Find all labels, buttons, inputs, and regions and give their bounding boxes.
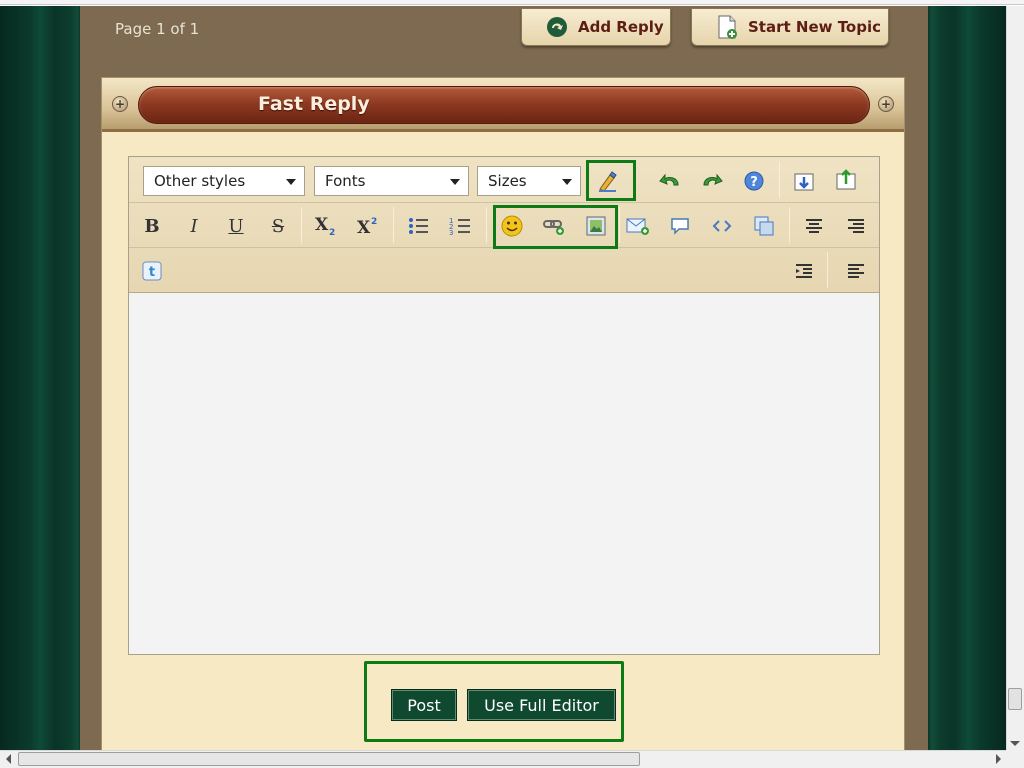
add-reply-button[interactable]: Add Reply xyxy=(521,8,671,46)
toolbar-separator xyxy=(486,207,487,243)
underline-button[interactable]: U xyxy=(221,211,251,241)
start-new-topic-label: Start New Topic xyxy=(748,18,882,36)
page-indicator: Page 1 of 1 xyxy=(115,20,200,38)
undo-icon[interactable] xyxy=(655,166,685,196)
toolbar-separator xyxy=(393,207,394,243)
scroll-down-arrow-icon[interactable] xyxy=(1010,741,1020,746)
align-right-icon[interactable] xyxy=(841,211,871,241)
toolbar-row-3: t xyxy=(129,247,879,292)
code-icon[interactable] xyxy=(707,211,737,241)
insert-image-icon[interactable] xyxy=(581,211,611,241)
right-decorative-column xyxy=(928,6,1006,750)
strikethrough-button[interactable]: S xyxy=(263,211,293,241)
align-center-icon[interactable] xyxy=(799,211,829,241)
spoiler-icon[interactable] xyxy=(749,211,779,241)
panel-title-bar xyxy=(138,86,870,124)
svg-text:2: 2 xyxy=(329,228,335,238)
superscript-icon[interactable]: X 2 xyxy=(353,211,383,241)
toolbar-separator xyxy=(301,207,302,243)
svg-text:3: 3 xyxy=(449,229,453,237)
sizes-dropdown-value: Sizes xyxy=(488,172,527,190)
subscript-icon[interactable]: X 2 xyxy=(311,211,341,241)
horizontal-scroll-thumb[interactable] xyxy=(18,752,640,766)
scrollbar-corner xyxy=(1006,750,1024,768)
bold-button[interactable]: B xyxy=(137,211,167,241)
chevron-down-icon xyxy=(562,179,572,185)
toolbar-separator xyxy=(827,252,828,288)
new-document-icon xyxy=(716,15,738,39)
svg-text:?: ? xyxy=(750,175,758,190)
toolbar-separator xyxy=(619,207,620,243)
message-textarea[interactable] xyxy=(129,294,879,654)
svg-text:X: X xyxy=(357,218,371,238)
load-draft-icon[interactable] xyxy=(789,166,819,196)
styles-dropdown-value: Other styles xyxy=(154,172,246,190)
svg-text:t: t xyxy=(149,265,155,280)
quote-icon[interactable] xyxy=(665,211,695,241)
fonts-dropdown[interactable]: Fonts xyxy=(314,166,469,196)
vertical-scrollbar[interactable] xyxy=(1006,6,1024,750)
help-icon[interactable]: ? xyxy=(739,166,769,196)
scroll-right-arrow-icon[interactable] xyxy=(996,754,1001,764)
chevron-down-icon xyxy=(450,179,460,185)
rich-text-editor: Other styles Fonts Sizes ? B I U S X 2 X… xyxy=(128,156,880,655)
panel-title: Fast Reply xyxy=(258,93,370,115)
vertical-scroll-thumb[interactable] xyxy=(1008,688,1022,710)
sizes-dropdown[interactable]: Sizes xyxy=(477,166,581,196)
redo-icon[interactable] xyxy=(697,166,727,196)
collapse-left-icon[interactable]: + xyxy=(112,96,128,112)
toolbar-row-1: Other styles Fonts Sizes ? xyxy=(129,157,879,202)
numbered-list-icon[interactable]: 1 2 3 xyxy=(446,211,476,241)
twitter-icon[interactable]: t xyxy=(137,256,167,286)
toolbar-row-2: B I U S X 2 X 2 1 2 3 xyxy=(129,202,879,247)
left-decorative-column xyxy=(0,6,80,750)
reply-arrow-icon xyxy=(546,16,568,38)
scroll-left-arrow-icon[interactable] xyxy=(6,754,11,764)
toolbar-separator xyxy=(779,162,780,198)
chevron-down-icon xyxy=(286,179,296,185)
panel-header: + Fast Reply + xyxy=(102,78,904,132)
collapse-right-icon[interactable]: + xyxy=(878,96,894,112)
editor-toolbar: Other styles Fonts Sizes ? B I U S X 2 X… xyxy=(129,157,879,293)
toolbar-separator xyxy=(635,162,636,198)
styles-dropdown[interactable]: Other styles xyxy=(143,166,305,196)
start-new-topic-button[interactable]: Start New Topic xyxy=(691,8,889,46)
svg-text:X: X xyxy=(315,215,329,235)
insert-link-icon[interactable] xyxy=(539,211,569,241)
top-edge xyxy=(0,0,1024,5)
fonts-dropdown-value: Fonts xyxy=(325,172,366,190)
add-reply-label: Add Reply xyxy=(578,18,664,36)
use-full-editor-button[interactable]: Use Full Editor xyxy=(467,689,616,721)
bullet-list-icon[interactable] xyxy=(404,211,434,241)
insert-email-icon[interactable] xyxy=(623,211,653,241)
toolbar-separator xyxy=(789,207,790,243)
post-button[interactable]: Post xyxy=(391,689,457,721)
align-left-icon[interactable] xyxy=(841,256,871,286)
svg-text:2: 2 xyxy=(371,217,377,227)
save-draft-icon[interactable] xyxy=(831,164,861,194)
remove-format-icon[interactable] xyxy=(593,166,623,196)
emoticon-icon[interactable] xyxy=(497,211,527,241)
outdent-icon[interactable] xyxy=(789,256,819,286)
italic-button[interactable]: I xyxy=(179,211,209,241)
